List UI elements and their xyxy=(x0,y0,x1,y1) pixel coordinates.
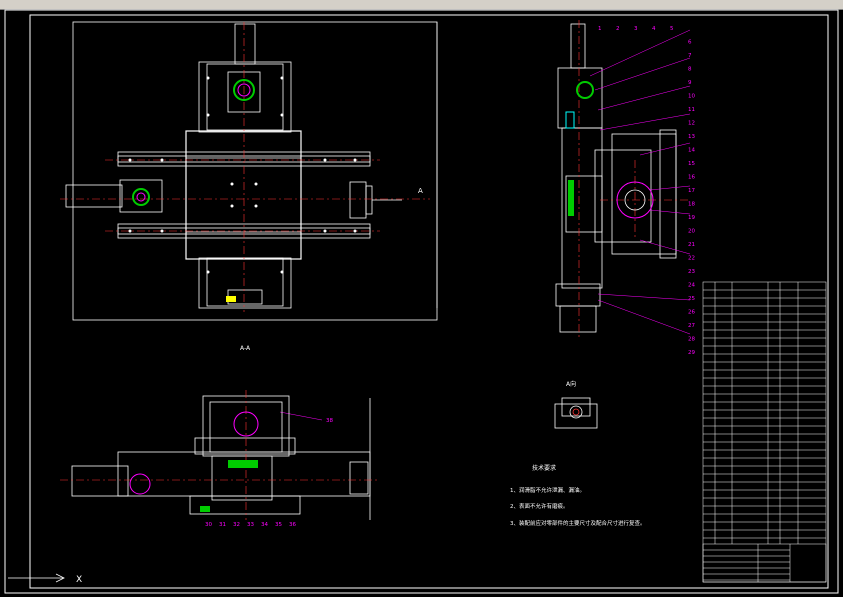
bottom-section-view xyxy=(71,395,371,520)
balloon-26: 26 xyxy=(688,310,695,316)
tech-requirement-1: 1、润滑脂不允许泄漏、漏油。 xyxy=(510,486,585,494)
balloon-2: 2 xyxy=(616,26,620,32)
balloon-38: 38 xyxy=(326,418,333,424)
balloon-25: 25 xyxy=(688,296,695,302)
balloon-31: 31 xyxy=(219,522,226,528)
inner-frame xyxy=(29,14,829,589)
tech-requirements-title: 技术要求 xyxy=(532,464,556,472)
balloon-numbers-bottom: 30 31 32 33 34 35 36 xyxy=(205,522,296,528)
ucs-x-label: X xyxy=(76,575,82,585)
bottom-section-centerlines xyxy=(60,390,380,520)
balloon-12: 12 xyxy=(688,121,695,127)
balloon-6: 6 xyxy=(688,40,692,46)
top-view-centerlines xyxy=(60,22,430,312)
balloon-23: 23 xyxy=(688,269,695,275)
balloon-29: 29 xyxy=(688,350,695,356)
balloon-28: 28 xyxy=(688,337,695,343)
view-a-drawing xyxy=(554,397,598,429)
balloon-22: 22 xyxy=(688,256,695,262)
view-a-label: A向 xyxy=(566,380,576,388)
balloon-7: 7 xyxy=(688,53,692,59)
side-section-view xyxy=(555,23,677,333)
balloon-13: 13 xyxy=(688,134,695,140)
balloon-9: 9 xyxy=(688,80,692,86)
balloon-4: 4 xyxy=(652,26,656,32)
tech-requirement-3: 3、装配前应对零部件的主要尺寸及配合尺寸进行复查。 xyxy=(510,519,646,527)
section-aa-label: A-A xyxy=(240,345,251,352)
balloon-8: 8 xyxy=(688,67,692,73)
balloon-10: 10 xyxy=(688,94,695,100)
balloon-21: 21 xyxy=(688,242,695,248)
balloon-36: 36 xyxy=(289,522,296,528)
balloon-17: 17 xyxy=(688,188,695,194)
cad-drawing-canvas[interactable]: A A-A 1 2 3 4 56789101112131415161718192… xyxy=(0,0,843,597)
top-view-colored-parts xyxy=(132,79,255,302)
balloon-27: 27 xyxy=(688,323,695,329)
top-view xyxy=(65,21,438,321)
bottom-section-colored-parts xyxy=(129,411,259,512)
leader-lines xyxy=(279,29,691,421)
outer-frame xyxy=(4,9,839,594)
ucs-axis-icon xyxy=(8,573,65,583)
balloon-35: 35 xyxy=(275,522,282,528)
balloon-34: 34 xyxy=(261,522,268,528)
balloon-32: 32 xyxy=(233,522,240,528)
balloon-30: 30 xyxy=(205,522,212,528)
top-view-holes xyxy=(128,76,357,274)
balloon-14: 14 xyxy=(688,148,695,154)
balloon-1: 1 xyxy=(598,26,602,32)
balloon-24: 24 xyxy=(688,283,695,289)
balloon-3: 3 xyxy=(634,26,638,32)
balloon-15: 15 xyxy=(688,161,695,167)
balloon-19: 19 xyxy=(688,215,695,221)
balloon-33: 33 xyxy=(247,522,254,528)
balloon-18: 18 xyxy=(688,202,695,208)
tech-requirement-2: 2、表面不允许有磨痕。 xyxy=(510,502,569,510)
arrow-a-label: A xyxy=(418,187,423,195)
balloon-11: 11 xyxy=(688,107,695,113)
balloon-5: 5 xyxy=(670,26,674,32)
balloon-20: 20 xyxy=(688,229,695,235)
balloon-16: 16 xyxy=(688,175,695,181)
parts-list-table xyxy=(702,281,827,583)
balloon-numbers-right: 1 2 3 4 567891011121314151617181920212223242… xyxy=(598,26,695,356)
